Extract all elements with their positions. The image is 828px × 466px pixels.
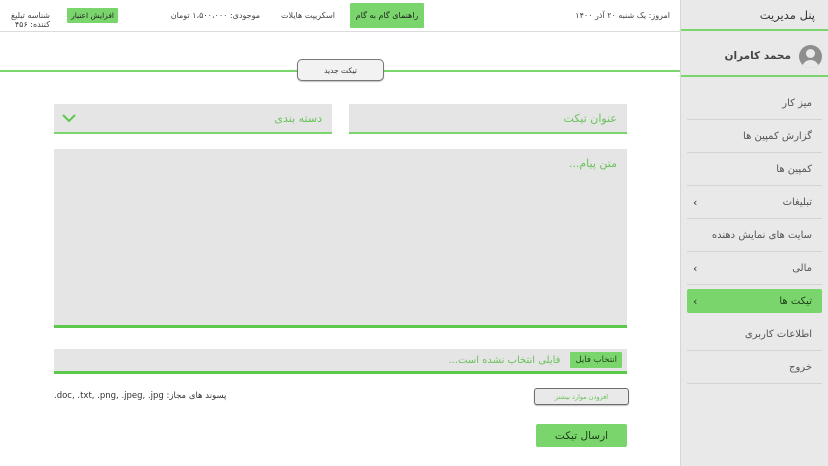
sidebar-item-label: کمپین ها — [776, 163, 812, 175]
chevron-left-icon: › — [693, 261, 698, 275]
sidebar-item[interactable]: مالی › — [687, 252, 822, 285]
user-name: محمد کامران — [724, 50, 791, 62]
ticket-title-input[interactable]: عنوان تیکت — [349, 104, 627, 134]
sidebar-item-label: تبلیغات — [782, 196, 812, 208]
choose-file-button[interactable]: انتخاب فایل — [570, 352, 622, 368]
user-profile[interactable]: محمد کامران — [681, 37, 828, 77]
sidebar-item[interactable]: میز کار — [687, 87, 822, 120]
sidebar-item[interactable]: تیکت ها › — [687, 289, 822, 313]
guide-button[interactable]: راهنمای گام به گام — [350, 3, 424, 28]
sidebar-item-label: تیکت ها — [779, 295, 812, 307]
chevron-left-icon: › — [693, 294, 698, 308]
sidebar-item-label: خروج — [789, 361, 812, 373]
sidebar-item-label: گزارش کمپین ها — [743, 130, 812, 142]
sidebar: پنل مدیریت محمد کامران میز کار گزارش کمپی… — [680, 0, 828, 466]
top-divider — [0, 31, 680, 32]
top-bar: امروز: یک شنبه ۲۰ آذر ۱۴۰۰ راهنمای گام ب… — [0, 0, 680, 31]
sidebar-item[interactable]: کمپین ها — [687, 153, 822, 186]
sidebar-item[interactable]: خروج — [687, 351, 822, 384]
sidebar-item-label: میز کار — [782, 97, 812, 109]
sidebar-item[interactable]: تبلیغات › — [687, 186, 822, 219]
category-placeholder: دسته بندی — [274, 112, 322, 125]
tab-new-ticket[interactable]: تیکت جدید — [297, 59, 384, 81]
sidebar-title: پنل مدیریت — [681, 0, 828, 31]
advertiser-id: شناسه تبلیغ کننده: ۴۵۶ — [10, 11, 50, 29]
increase-credit-button[interactable]: افزایش اعتبار — [67, 8, 118, 23]
sidebar-item[interactable]: گزارش کمپین ها — [687, 120, 822, 153]
sidebar-menu: میز کار گزارش کمپین ها کمپین ها تبلیغات › سای… — [681, 87, 828, 384]
allowed-extensions-list: .doc, .txt, .png, .jpeg, .jpg — [54, 391, 164, 401]
sidebar-item-label: سایت های نمایش دهنده — [711, 229, 812, 241]
sidebar-item-label: مالی — [792, 262, 812, 274]
sidebar-item-label: اطلاعات کاربری — [744, 328, 812, 340]
message-textarea[interactable]: متن پیام... — [54, 149, 627, 328]
sidebar-item[interactable]: اطلاعات کاربری — [687, 318, 822, 351]
category-select[interactable]: دسته بندی — [54, 104, 332, 134]
sidebar-item[interactable]: سایت های نمایش دهنده — [687, 219, 822, 252]
current-date: امروز: یک شنبه ۲۰ آذر ۱۴۰۰ — [575, 11, 670, 20]
file-status-text: فایلی انتخاب نشده است... — [448, 354, 561, 366]
send-ticket-button[interactable]: ارسال تیکت — [536, 424, 627, 447]
add-more-button[interactable]: افزودن موارد بیشتر — [534, 388, 629, 405]
user-avatar-icon — [799, 44, 822, 68]
chevron-down-icon — [62, 114, 76, 123]
file-upload-field: انتخاب فایل فایلی انتخاب نشده است... — [54, 349, 627, 374]
script-link[interactable]: اسکریپت هایلات — [281, 11, 335, 20]
allowed-extensions-label: پسوند های مجاز: — [166, 391, 227, 401]
chevron-left-icon: › — [693, 195, 698, 209]
balance-text: موجودی: ۱،۵۰۰،۰۰۰ تومان — [170, 11, 260, 20]
allowed-extensions: پسوند های مجاز: .doc, .txt, .png, .jpeg,… — [54, 391, 226, 401]
